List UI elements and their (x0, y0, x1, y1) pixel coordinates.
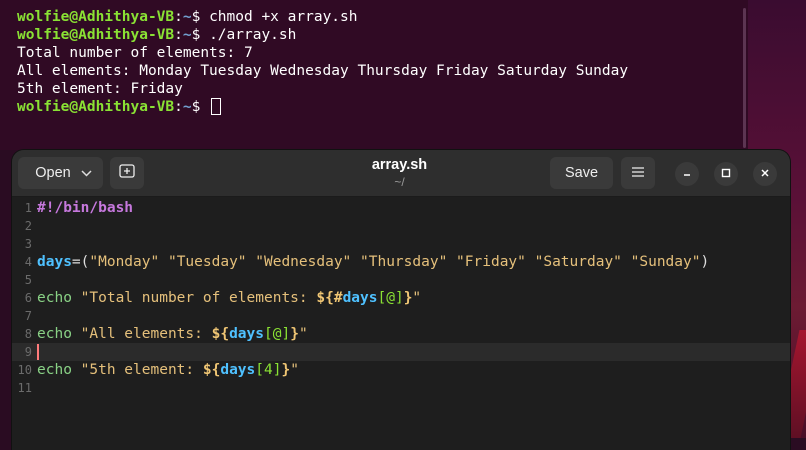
code-token: ${# (316, 290, 343, 306)
line-content: echo "Total number of elements: ${#days[… (37, 289, 421, 307)
code-token: [4] (255, 362, 282, 378)
prompt-path: ~ (182, 9, 192, 25)
terminal-output: wolfie@Adhithya-VB:~$ chmod +x array.sh w… (17, 8, 748, 116)
line-number: 10 (17, 363, 32, 377)
window-subtitle: ~/ (394, 175, 405, 189)
terminal-output-text: All elements: Monday Tuesday Wednesday T… (17, 63, 629, 79)
code-token: echo (37, 326, 81, 342)
close-icon (760, 167, 770, 181)
editor-headerbar: Open array.sh ~/ Save (12, 150, 790, 197)
chevron-down-icon (81, 166, 92, 180)
hamburger-icon (632, 165, 644, 181)
code-token: " (290, 362, 299, 378)
terminal-command: ./array.sh (209, 27, 297, 43)
code-token: " (298, 326, 308, 342)
code-token: days (342, 290, 378, 306)
code-token: ${ (211, 326, 230, 342)
terminal-line: Total number of elements: 7 (17, 44, 748, 62)
code-token: [@] (264, 326, 291, 342)
code-line: 2 (12, 217, 790, 235)
terminal-cursor (211, 98, 222, 115)
terminal-line: All elements: Monday Tuesday Wednesday T… (17, 62, 748, 80)
terminal-scrollbar[interactable] (743, 8, 746, 148)
terminal-line: wolfie@Adhithya-VB:~$ ./array.sh (17, 26, 748, 44)
text-editor-window: Open array.sh ~/ Save 1 #!/bin/bash 2 3 … (12, 150, 790, 450)
line-number: 7 (24, 309, 32, 323)
code-line: 7 (12, 307, 790, 325)
code-line: 3 (12, 235, 790, 253)
save-button[interactable]: Save (550, 157, 613, 189)
line-number: 8 (24, 327, 32, 341)
maximize-button[interactable] (714, 162, 738, 186)
code-token: } (281, 362, 291, 378)
prompt-path: ~ (182, 27, 192, 43)
code-token: } (290, 326, 299, 342)
code-token: "Monday" "Tuesday" "Wednesday" "Thursday… (89, 254, 701, 270)
prompt-user: wolfie@Adhithya-VB (17, 9, 175, 25)
maximize-icon (721, 167, 731, 181)
prompt-path: ~ (182, 99, 192, 115)
new-tab-icon (119, 164, 135, 182)
code-token: [@] (377, 290, 404, 306)
code-token: =( (71, 254, 90, 270)
terminal-window[interactable]: wolfie@Adhithya-VB:~$ chmod +x array.sh w… (0, 0, 748, 150)
line-content: #!/bin/bash (37, 199, 133, 217)
terminal-output-text: 5th element: Friday (17, 81, 183, 97)
terminal-line: wolfie@Adhithya-VB:~$ (17, 98, 748, 116)
line-number: 5 (24, 273, 32, 287)
code-token: days (229, 326, 264, 342)
close-button[interactable] (753, 162, 777, 186)
terminal-output-text: Total number of elements: 7 (17, 45, 253, 61)
terminal-line: wolfie@Adhithya-VB:~$ chmod +x array.sh (17, 8, 748, 26)
code-token: #!/bin/bash (37, 200, 134, 216)
line-content: days=("Monday" "Tuesday" "Wednesday" "Th… (37, 253, 709, 271)
open-button[interactable]: Open (18, 157, 103, 189)
code-line: 8 echo "All elements: ${days[@]}" (12, 325, 790, 343)
open-button-label: Open (35, 165, 71, 181)
line-number: 9 (24, 345, 32, 359)
line-number: 1 (24, 201, 32, 215)
terminal-command: chmod +x array.sh (209, 9, 358, 25)
menu-button[interactable] (621, 157, 655, 189)
text-cursor (37, 344, 39, 360)
code-view[interactable]: 1 #!/bin/bash 2 3 4 days=("Monday" "Tuesday" … (12, 197, 790, 450)
prompt-user: wolfie@Adhithya-VB (17, 27, 175, 43)
code-line: 10 echo "5th element: ${days[4]}" (12, 361, 790, 379)
line-number: 3 (24, 237, 32, 251)
prompt-separator: : (174, 9, 183, 25)
minimize-icon (682, 167, 692, 181)
code-line: 4 days=("Monday" "Tuesday" "Wednesday" "T… (12, 253, 790, 271)
terminal-line: 5th element: Friday (17, 80, 748, 98)
code-line: 11 (12, 379, 790, 397)
code-token: ${ (202, 362, 221, 378)
code-token: days (220, 362, 256, 378)
code-token: "5th element: (80, 362, 203, 378)
line-number: 6 (24, 291, 32, 305)
code-token: days (37, 254, 72, 270)
line-number: 4 (24, 255, 32, 269)
line-content: echo "All elements: ${days[@]}" (37, 325, 308, 343)
line-number: 2 (24, 219, 32, 233)
code-token: echo (37, 290, 81, 306)
window-title: array.sh (371, 157, 428, 173)
prompt-separator: : (174, 27, 183, 43)
code-line: 1 #!/bin/bash (12, 199, 790, 217)
prompt-user: wolfie@Adhithya-VB (17, 99, 175, 115)
code-line: 5 (12, 271, 790, 289)
prompt-separator: : (174, 99, 183, 115)
code-line: 6 echo "Total number of elements: ${#days… (12, 289, 790, 307)
code-token: echo (37, 362, 81, 378)
line-number: 11 (17, 381, 32, 395)
minimize-button[interactable] (675, 162, 699, 186)
code-token: ) (700, 254, 710, 270)
code-token: "Total number of elements: (80, 290, 317, 306)
line-content: echo "5th element: ${days[4]}" (37, 361, 299, 379)
code-token: "All elements: (80, 326, 212, 342)
code-token: " (412, 290, 422, 306)
code-line: 9 (12, 343, 790, 361)
new-tab-button[interactable] (110, 157, 144, 189)
